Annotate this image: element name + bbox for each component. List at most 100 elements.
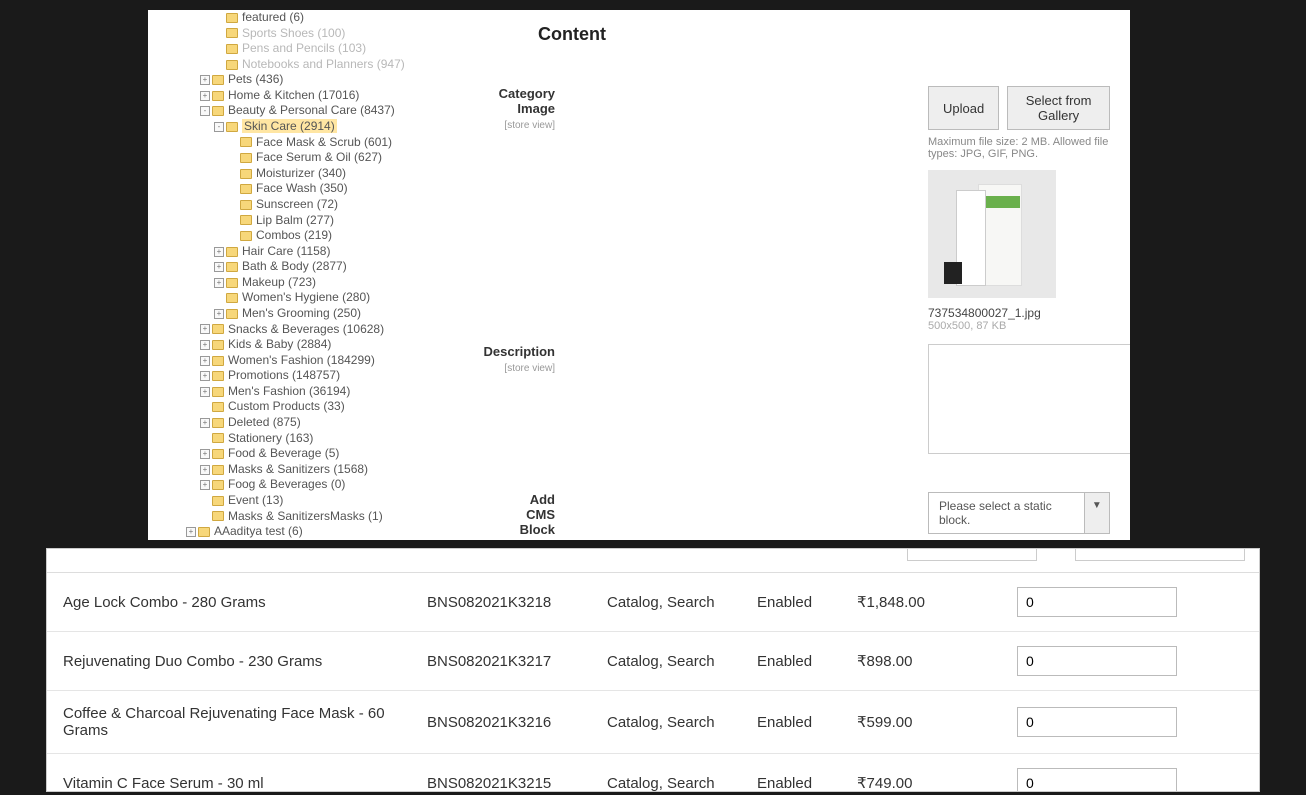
tree-label[interactable]: Promotions (148757) [228, 368, 340, 382]
tree-label[interactable]: Women's Fashion (184299) [228, 353, 375, 367]
tree-label[interactable]: Face Serum & Oil (627) [256, 150, 382, 164]
tree-toggle-icon[interactable]: + [200, 418, 210, 428]
tree-toggle-icon[interactable]: + [200, 91, 210, 101]
tree-node[interactable]: + Foog & Beverages (0) [186, 477, 546, 493]
cms-block-label: Add CMS Block [520, 492, 555, 537]
tree-label[interactable]: Food & Beverage (5) [228, 446, 339, 460]
tree-node[interactable]: Sports Shoes (100) [186, 26, 546, 42]
tree-toggle-icon[interactable]: + [200, 449, 210, 459]
tree-label[interactable]: Men's Grooming (250) [242, 306, 361, 320]
filter-input[interactable] [907, 548, 1037, 561]
position-input[interactable] [1017, 707, 1177, 737]
tree-label[interactable]: Makeup (723) [242, 275, 316, 289]
tree-node[interactable]: Face Wash (350) [186, 181, 546, 197]
tree-node[interactable]: Masks & SanitizersMasks (1) [186, 509, 546, 525]
tree-node[interactable]: + Makeup (723) [186, 275, 546, 291]
tree-label[interactable]: AAaditya test (6) [214, 524, 303, 538]
tree-node[interactable]: Notebooks and Planners (947) [186, 57, 546, 73]
tree-label[interactable]: Skin Care (2914) [242, 119, 337, 133]
tree-label[interactable]: Deleted (875) [228, 415, 301, 429]
table-row: Age Lock Combo - 280 GramsBNS082021K3218… [47, 573, 1259, 632]
tree-node[interactable]: + Bath & Body (2877) [186, 259, 546, 275]
tree-node[interactable]: Stationery (163) [186, 431, 546, 447]
tree-label[interactable]: Face Mask & Scrub (601) [256, 135, 392, 149]
tree-label[interactable]: Beauty & Personal Care (8437) [228, 104, 395, 118]
tree-toggle-icon[interactable]: + [214, 247, 224, 257]
tree-node[interactable]: + Home & Kitchen (17016) [186, 88, 546, 104]
tree-label[interactable]: Custom Products (33) [228, 400, 345, 414]
tree-label[interactable]: Event (13) [228, 493, 283, 507]
chevron-down-icon[interactable]: ▼ [1085, 492, 1110, 534]
tree-label[interactable]: Lip Balm (277) [256, 213, 334, 227]
tree-label[interactable]: Combos (219) [256, 228, 332, 242]
position-input[interactable] [1017, 646, 1177, 676]
tree-node[interactable]: Women's Hygiene (280) [186, 290, 546, 306]
tree-toggle-icon[interactable]: + [186, 527, 196, 537]
tree-label[interactable]: Home & Kitchen (17016) [228, 88, 359, 102]
tree-node[interactable]: featured (6) [186, 10, 546, 26]
tree-label[interactable]: Hair Care (1158) [242, 244, 330, 258]
filter-input[interactable] [1075, 548, 1245, 561]
tree-label[interactable]: Men's Fashion (36194) [228, 384, 350, 398]
description-editor[interactable] [928, 344, 1130, 454]
tree-toggle-icon[interactable]: + [214, 262, 224, 272]
tree-node[interactable]: - Skin Care (2914) [186, 119, 546, 135]
tree-label[interactable]: Sunscreen (72) [256, 197, 338, 211]
tree-toggle-icon[interactable]: + [214, 309, 224, 319]
category-image-label: Category Image [499, 86, 555, 116]
tree-toggle-icon[interactable]: + [200, 75, 210, 85]
tree-node[interactable]: + Pets (436) [186, 72, 546, 88]
tree-label[interactable]: Pens and Pencils (103) [242, 41, 366, 55]
tree-label[interactable]: Masks & SanitizersMasks (1) [228, 509, 383, 523]
position-input[interactable] [1017, 587, 1177, 617]
tree-node[interactable]: + Snacks & Beverages (10628) [186, 322, 546, 338]
tree-node[interactable]: Face Mask & Scrub (601) [186, 135, 546, 151]
tree-toggle-icon[interactable]: + [200, 340, 210, 350]
tree-node[interactable]: Face Serum & Oil (627) [186, 150, 546, 166]
tree-node[interactable]: + Deleted (875) [186, 415, 546, 431]
upload-button[interactable]: Upload [928, 86, 999, 130]
tree-node[interactable]: Moisturizer (340) [186, 166, 546, 182]
image-thumbnail[interactable] [928, 170, 1056, 298]
tree-toggle-icon[interactable]: + [200, 465, 210, 475]
tree-node[interactable]: Pens and Pencils (103) [186, 41, 546, 57]
tree-node[interactable]: + Masks & Sanitizers (1568) [186, 462, 546, 478]
tree-node[interactable]: + Food & Beverage (5) [186, 446, 546, 462]
tree-node[interactable]: Event (13) [186, 493, 546, 509]
tree-label[interactable]: Stationery (163) [228, 431, 313, 445]
tree-node[interactable]: - Beauty & Personal Care (8437) [186, 103, 546, 119]
tree-label[interactable]: Snacks & Beverages (10628) [228, 322, 384, 336]
tree-toggle-icon[interactable]: + [200, 387, 210, 397]
cell-status: Enabled [747, 632, 847, 691]
tree-node[interactable]: Combos (219) [186, 228, 546, 244]
tree-node[interactable]: + Men's Grooming (250) [186, 306, 546, 322]
tree-toggle-icon[interactable]: + [200, 324, 210, 334]
cms-block-select[interactable]: Please select a static block. ▼ [928, 492, 1110, 534]
tree-label[interactable]: Bath & Body (2877) [242, 259, 347, 273]
tree-node[interactable]: + AAaditya test (6) [186, 524, 546, 540]
tree-node[interactable]: + Men's Fashion (36194) [186, 384, 546, 400]
tree-label[interactable]: Moisturizer (340) [256, 166, 346, 180]
tree-label[interactable]: Face Wash (350) [256, 181, 348, 195]
tree-toggle-icon[interactable]: + [200, 480, 210, 490]
tree-node[interactable]: Sunscreen (72) [186, 197, 546, 213]
tree-label[interactable]: Women's Hygiene (280) [242, 290, 370, 304]
tree-node[interactable]: Custom Products (33) [186, 399, 546, 415]
tree-label[interactable]: Masks & Sanitizers (1568) [228, 462, 368, 476]
select-gallery-button[interactable]: Select from Gallery [1007, 86, 1110, 130]
tree-toggle-icon[interactable]: + [200, 356, 210, 366]
tree-toggle-icon[interactable]: + [200, 371, 210, 381]
tree-label[interactable]: Foog & Beverages (0) [228, 477, 345, 491]
tree-label[interactable]: Sports Shoes (100) [242, 26, 345, 40]
tree-toggle-icon[interactable]: - [200, 106, 210, 116]
tree-label[interactable]: Pets (436) [228, 72, 283, 86]
tree-label[interactable]: Kids & Baby (2884) [228, 337, 331, 351]
tree-label[interactable]: featured (6) [242, 10, 304, 24]
tree-node[interactable]: Lip Balm (277) [186, 213, 546, 229]
folder-icon [226, 309, 238, 319]
tree-node[interactable]: + Hair Care (1158) [186, 244, 546, 260]
tree-label[interactable]: Notebooks and Planners (947) [242, 57, 405, 71]
tree-toggle-icon[interactable]: + [214, 278, 224, 288]
position-input[interactable] [1017, 768, 1177, 792]
tree-toggle-icon[interactable]: - [214, 122, 224, 132]
